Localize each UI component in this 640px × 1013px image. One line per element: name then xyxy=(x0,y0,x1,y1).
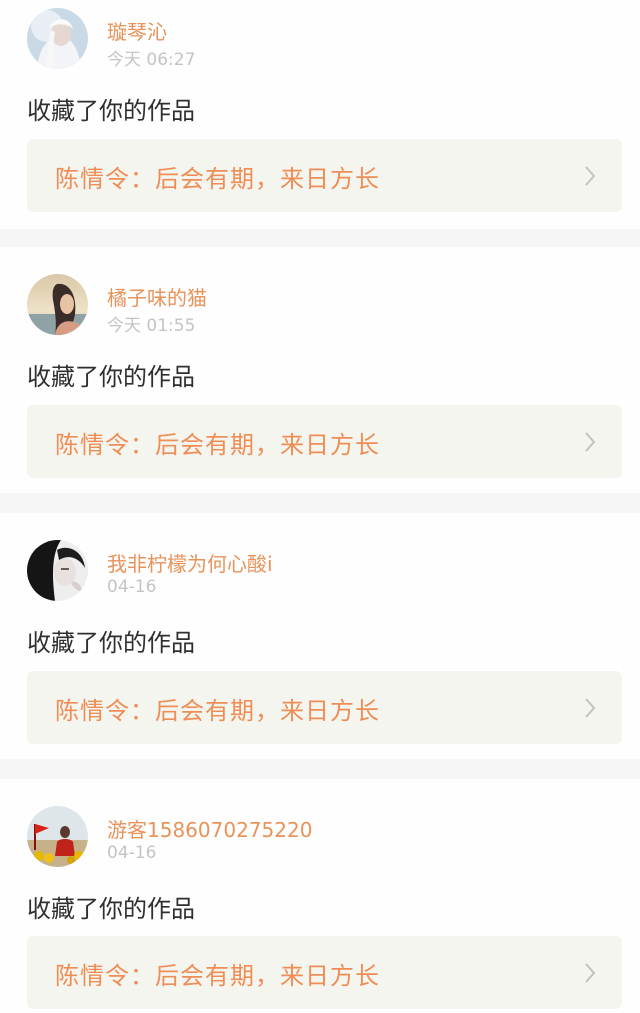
user-name[interactable]: 璇琴沁 xyxy=(107,16,167,45)
notification-card: 橘子味的猫 今天 01:55 收藏了你的作品 陈情令：后会有期，来日方长 xyxy=(0,247,640,493)
action-text: 收藏了你的作品 xyxy=(27,895,195,923)
timestamp: 今天 01:55 xyxy=(107,316,196,336)
work-link[interactable]: 陈情令：后会有期，来日方长 xyxy=(27,139,622,212)
user-name[interactable]: 游客1586070275220 xyxy=(107,814,312,843)
chevron-right-icon xyxy=(585,698,596,718)
work-title: 陈情令：后会有期，来日方长 xyxy=(55,962,380,990)
action-text: 收藏了你的作品 xyxy=(27,363,195,391)
user-avatar[interactable] xyxy=(27,274,88,335)
user-name[interactable]: 橘子味的猫 xyxy=(107,282,207,311)
timestamp: 04-16 xyxy=(107,577,157,597)
chevron-right-icon xyxy=(585,166,596,186)
action-text: 收藏了你的作品 xyxy=(27,97,195,125)
avatar-flag-icon xyxy=(27,806,88,867)
notification-card: 我非柠檬为何心酸i 04-16 收藏了你的作品 陈情令：后会有期，来日方长 xyxy=(0,513,640,759)
work-link[interactable]: 陈情令：后会有期，来日方长 xyxy=(27,936,622,1009)
timestamp: 今天 06:27 xyxy=(107,50,196,70)
user-name[interactable]: 我非柠檬为何心酸i xyxy=(107,548,273,577)
avatar-sunset-girl-icon xyxy=(27,274,88,335)
timestamp: 04-16 xyxy=(107,843,157,863)
work-title: 陈情令：后会有期，来日方长 xyxy=(55,697,380,725)
avatar-dark-hair-icon xyxy=(27,540,88,601)
work-link[interactable]: 陈情令：后会有期，来日方长 xyxy=(27,671,622,744)
work-link[interactable]: 陈情令：后会有期，来日方长 xyxy=(27,405,622,478)
work-title: 陈情令：后会有期，来日方长 xyxy=(55,431,380,459)
work-title: 陈情令：后会有期，来日方长 xyxy=(55,165,380,193)
avatar-white-hair-icon xyxy=(27,8,88,69)
chevron-right-icon xyxy=(585,963,596,983)
action-text: 收藏了你的作品 xyxy=(27,629,195,657)
notification-card: 游客1586070275220 04-16 收藏了你的作品 陈情令：后会有期，来… xyxy=(0,779,640,1013)
chevron-right-icon xyxy=(585,432,596,452)
user-avatar[interactable] xyxy=(27,8,88,69)
user-avatar[interactable] xyxy=(27,806,88,867)
user-avatar[interactable] xyxy=(27,540,88,601)
notification-card: 璇琴沁 今天 06:27 收藏了你的作品 陈情令：后会有期，来日方长 xyxy=(0,0,640,229)
